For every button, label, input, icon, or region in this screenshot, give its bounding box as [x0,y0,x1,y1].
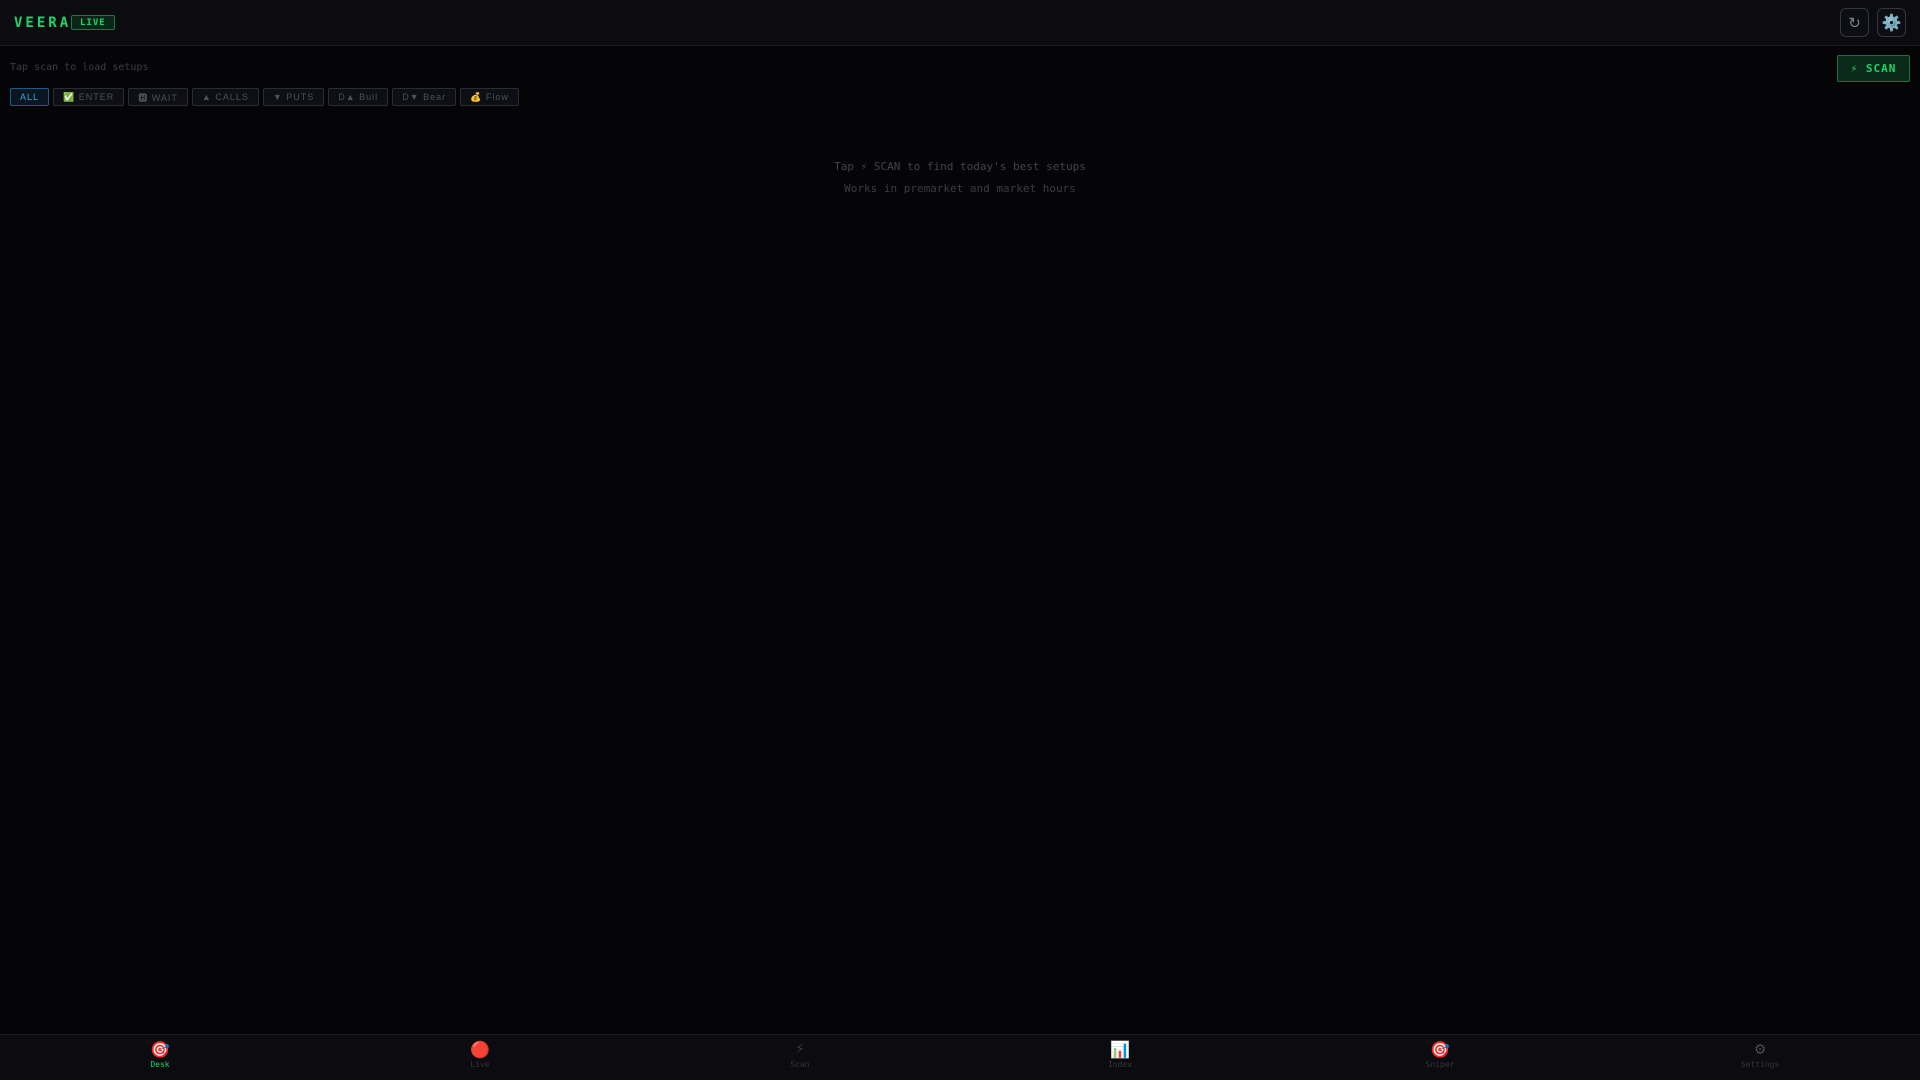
top-bar: VEERA LIVE ↻ ⚙️ [0,0,1920,46]
red-circle-icon: 🔴 [470,1040,490,1059]
filter-bar: ALL ✅ ENTER 🅷 WAIT ▲ CALLS ▼ PUTS D▲ Bul… [10,88,519,106]
lightning-icon: ⚡ [795,1042,805,1057]
filter-wait[interactable]: 🅷 WAIT [128,88,188,106]
bottom-nav: 🎯 Desk 🔴 Live ⚡ Scan 📊 Index 🎯 Sniper ⚙ … [0,1034,1920,1080]
target-icon: 🎯 [150,1040,170,1059]
nav-label: Index [1107,1060,1133,1069]
empty-state-title: Tap ⚡ SCAN to find today's best setups [834,160,1086,173]
app-logo: VEERA [14,15,72,31]
bar-chart-icon: 📊 [1110,1040,1130,1059]
nav-item-live[interactable]: 🔴 Live [320,1035,640,1080]
filter-daily-bull[interactable]: D▲ Bull [328,88,389,106]
nav-label: Scan [790,1060,810,1069]
scan-button[interactable]: ⚡ SCAN [1837,55,1910,82]
target-icon: 🎯 [1430,1040,1450,1059]
filter-daily-bear[interactable]: D▼ Bear [392,88,457,106]
filter-all[interactable]: ALL [10,88,50,106]
filter-calls[interactable]: ▲ CALLS [191,88,259,106]
nav-label: Sniper [1425,1060,1455,1069]
live-status-badge: LIVE [71,15,115,30]
settings-button[interactable]: ⚙️ [1877,8,1906,37]
refresh-button[interactable]: ↻ [1840,8,1869,37]
nav-label: Settings [1740,1060,1780,1069]
nav-item-index[interactable]: 📊 Index [960,1035,1280,1080]
filter-enter[interactable]: ✅ ENTER [53,88,125,106]
nav-item-sniper[interactable]: 🎯 Sniper [1280,1035,1600,1080]
nav-item-scan[interactable]: ⚡ Scan [640,1035,960,1080]
filter-puts[interactable]: ▼ PUTS [262,88,325,106]
nav-item-settings[interactable]: ⚙ Settings [1600,1035,1920,1080]
gear-icon: ⚙ [1753,1042,1767,1058]
refresh-icon: ↻ [1848,13,1861,32]
scan-hint: Tap scan to load setups [10,62,149,73]
nav-label: Live [470,1060,490,1069]
filter-flow[interactable]: 💰 Flow [460,88,519,106]
empty-state-subtitle: Works in premarket and market hours [844,182,1076,195]
nav-item-desk[interactable]: 🎯 Desk [0,1035,320,1080]
gear-icon: ⚙️ [1881,13,1902,32]
nav-label: Desk [150,1060,170,1069]
